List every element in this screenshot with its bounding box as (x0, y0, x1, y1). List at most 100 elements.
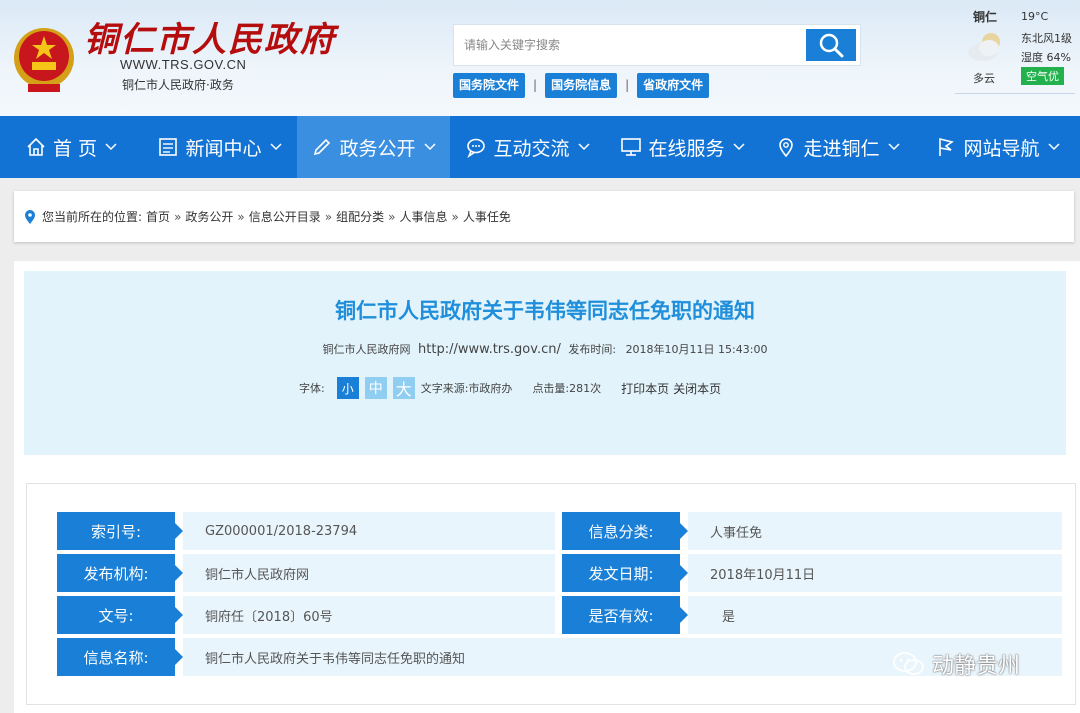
font-small-button[interactable]: 小 (336, 377, 359, 399)
site-url: WWW.TRS.GOV.CN (120, 57, 247, 72)
quick-link-provincial-docs[interactable]: 省政府文件 (637, 72, 710, 98)
chevron-down-icon (105, 143, 117, 151)
quick-links: 国务院文件 | 国务院信息 | 省政府文件 (453, 72, 710, 98)
chevron-down-icon (1047, 143, 1060, 151)
index-value: GZ000001/2018-23794 (183, 512, 555, 550)
separator: | (533, 78, 538, 92)
air-quality-badge: 空气优 (1021, 67, 1064, 85)
search-button[interactable] (806, 29, 856, 61)
nav-item-about-tongren[interactable]: 走进铜仁 (760, 116, 915, 178)
print-button[interactable]: 打印本页 (621, 380, 669, 397)
docno-label: 文号: (57, 596, 183, 634)
watermark: 动静贵州 (892, 648, 1020, 680)
monitor-icon (621, 138, 642, 156)
nav-item-home[interactable]: 首 页 (0, 116, 142, 178)
search-input[interactable] (464, 33, 794, 57)
national-emblem-icon (14, 28, 74, 92)
publish-label: 发布时间: (568, 343, 617, 356)
date-value: 2018年10月11日 (688, 554, 1062, 592)
docno-value: 铜府任〔2018〕60号 (183, 596, 555, 634)
name-label: 信息名称: (57, 638, 183, 676)
chat-icon (467, 138, 486, 158)
weather-widget: 铜仁 19°C 东北风1级 湿度 64% 多云 空气优 (955, 4, 1075, 94)
home-icon (27, 137, 45, 156)
breadcrumb-separator: » (174, 209, 182, 224)
breadcrumb-separator: » (324, 209, 333, 224)
table-row: 索引号: GZ000001/2018-23794 (57, 512, 555, 550)
weather-city: 铜仁 (973, 10, 998, 24)
article-title: 铜仁市人民政府关于韦伟等同志任免职的通知 (335, 299, 755, 323)
site-subtitle: 铜仁市人民政府·政务 (122, 78, 234, 92)
search-icon (819, 33, 844, 58)
wechat-icon (893, 652, 924, 675)
close-page-button[interactable]: 关闭本页 (673, 380, 721, 397)
valid-label: 是否有效: (562, 596, 688, 634)
nav-item-site-nav[interactable]: 网站导航 (915, 116, 1080, 178)
chevron-down-icon (269, 143, 282, 151)
main-nav: 首 页 新闻中心 政务公开 互动交流 在线服务 走进铜仁 网站导航 (0, 116, 1080, 178)
nav-label: 在线服务 (648, 137, 725, 160)
chevron-down-icon (577, 143, 590, 151)
font-medium-button[interactable]: 中 (364, 377, 387, 399)
publisher-value: 铜仁市人民政府网 (183, 554, 555, 592)
nav-label: 新闻中心 (185, 137, 262, 160)
article-meta: 铜仁市人民政府网 http://www.trs.gov.cn/ 发布时间: 20… (24, 341, 1066, 357)
nav-item-gov-affairs[interactable]: 政务公开 (297, 116, 450, 178)
main-content: 铜仁市人民政府关于韦伟等同志任免职的通知 铜仁市人民政府网 http://www… (14, 261, 1080, 713)
date-label: 发文日期: (562, 554, 688, 592)
breadcrumb-separator: » (451, 209, 459, 224)
breadcrumb-catalog[interactable]: 信息公开目录 (249, 208, 321, 225)
publish-time: 2018年10月11日 15:43:00 (625, 343, 768, 356)
nav-label: 互动交流 (493, 137, 570, 160)
source-site: 铜仁市人民政府网 (322, 343, 411, 356)
weather-condition: 多云 (973, 72, 995, 85)
hit-count: 点击量:281次 (532, 382, 602, 395)
table-row: 文号: 铜府任〔2018〕60号 (57, 596, 555, 634)
breadcrumb-prefix: 您当前所在的位置: (42, 210, 143, 224)
publisher-label: 发布机构: (57, 554, 183, 592)
search-box (453, 24, 861, 66)
source-url[interactable]: http://www.trs.gov.cn/ (418, 342, 561, 357)
breadcrumb-appointments[interactable]: 人事任免 (463, 208, 511, 225)
breadcrumb-personnel-info[interactable]: 人事信息 (399, 208, 447, 225)
separator: | (625, 78, 630, 92)
cloudy-icon (968, 33, 1000, 61)
font-label: 字体: (299, 382, 325, 395)
nav-item-online-service[interactable]: 在线服务 (605, 116, 760, 178)
category-value: 人事任免 (688, 512, 1062, 550)
flag-icon (939, 137, 955, 156)
article-tools: 字体: 小 中 大 文字来源:市政府办 点击量:281次 打印本页 关闭本页 (299, 376, 721, 400)
location-pin-icon (25, 209, 35, 224)
valid-value: 是 (688, 596, 1062, 634)
index-label: 索引号: (57, 512, 183, 550)
chevron-down-icon (732, 143, 745, 151)
breadcrumb-home[interactable]: 首页 (146, 208, 170, 225)
nav-label: 走进铜仁 (803, 137, 880, 160)
breadcrumb: 您当前所在的位置: 首页 » 政务公开 » 信息公开目录 » 组配分类 » 人事… (14, 191, 1074, 242)
table-row: 是否有效: 是 (562, 596, 1062, 634)
article-header: 铜仁市人民政府关于韦伟等同志任免职的通知 铜仁市人民政府网 http://www… (24, 271, 1066, 455)
chevron-down-icon (887, 143, 900, 151)
breadcrumb-separator: » (388, 209, 396, 224)
location-icon (779, 138, 794, 158)
breadcrumb-classification[interactable]: 组配分类 (336, 208, 384, 225)
table-row: 发文日期: 2018年10月11日 (562, 554, 1062, 592)
breadcrumb-gov-affairs[interactable]: 政务公开 (185, 208, 233, 225)
quick-link-state-council-info[interactable]: 国务院信息 (545, 72, 618, 98)
quick-link-state-council-docs[interactable]: 国务院文件 (453, 72, 526, 98)
nav-item-news[interactable]: 新闻中心 (142, 116, 297, 178)
font-large-button[interactable]: 大 (392, 377, 415, 399)
nav-item-interaction[interactable]: 互动交流 (450, 116, 605, 178)
watermark-text: 动静贵州 (932, 654, 1021, 679)
pen-icon (314, 138, 331, 156)
site-header: 铜仁市人民政府 WWW.TRS.GOV.CN 铜仁市人民政府·政务 国务院文件 … (0, 0, 1080, 116)
nav-label: 网站导航 (963, 137, 1040, 160)
nav-label: 政务公开 (339, 137, 416, 160)
weather-wind: 东北风1级 (1021, 32, 1072, 45)
site-title[interactable]: 铜仁市人民政府 (84, 12, 336, 61)
nav-label: 首 页 (52, 137, 98, 160)
weather-humidity: 湿度 64% (1021, 51, 1071, 64)
news-icon (159, 138, 178, 156)
category-label: 信息分类: (562, 512, 688, 550)
table-row: 发布机构: 铜仁市人民政府网 (57, 554, 555, 592)
